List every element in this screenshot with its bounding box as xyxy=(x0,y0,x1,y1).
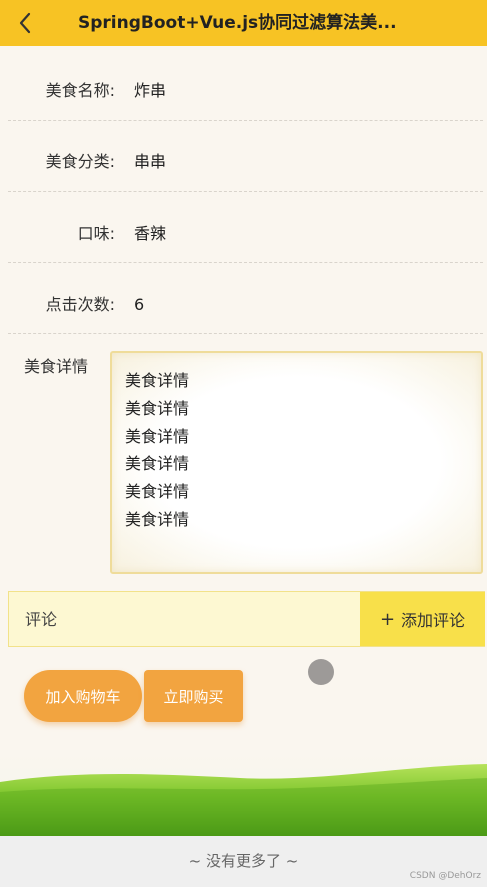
add-comment-button[interactable]: + 添加评论 xyxy=(360,592,485,646)
field-row-clicks: 点击次数: 6 xyxy=(0,270,487,340)
field-label: 口味: xyxy=(77,224,115,243)
field-label: 美食分类: xyxy=(45,152,115,171)
app-header: SpringBoot+Vue.js协同过滤算法美... xyxy=(0,0,487,46)
detail-content: 美食详情 美食详情 美食详情 美食详情 美食详情 美食详情 xyxy=(110,351,483,574)
detail-line: 美食详情 xyxy=(125,482,190,502)
divider xyxy=(8,262,483,263)
divider xyxy=(8,333,483,334)
chevron-left-icon xyxy=(19,12,31,34)
divider xyxy=(8,120,483,121)
buy-now-button[interactable]: 立即购买 xyxy=(144,670,243,722)
field-row-taste: 口味: 香辣 xyxy=(0,199,487,269)
detail-label: 美食详情 xyxy=(24,357,89,376)
page-title: SpringBoot+Vue.js协同过滤算法美... xyxy=(78,13,397,33)
detail-line: 美食详情 xyxy=(125,371,190,390)
detail-line: 美食详情 xyxy=(125,454,190,474)
field-value: 炸串 xyxy=(134,81,167,100)
touch-indicator xyxy=(308,659,334,685)
back-button[interactable] xyxy=(10,8,40,38)
detail-line: 美食详情 xyxy=(125,509,190,529)
watermark: CSDN @DehOrz xyxy=(409,871,481,881)
comment-bar: + 添加评论 xyxy=(8,591,485,647)
footer: ~ 没有更多了 ~ CSDN @DehOrz xyxy=(0,836,487,887)
detail-line: 美食详情 xyxy=(125,426,190,446)
field-label: 美食名称: xyxy=(45,81,115,100)
grass-banner xyxy=(0,752,487,836)
plus-icon: + xyxy=(379,608,396,630)
field-label: 点击次数: xyxy=(45,295,115,314)
field-value: 6 xyxy=(134,295,145,314)
divider xyxy=(8,191,483,192)
comment-input[interactable] xyxy=(9,592,359,646)
add-comment-label: 添加评论 xyxy=(401,611,466,630)
field-value: 串串 xyxy=(134,152,167,171)
detail-line: 美食详情 xyxy=(125,398,190,418)
add-to-cart-button[interactable]: 加入购物车 xyxy=(24,670,142,722)
field-row-category: 美食分类: 串串 xyxy=(0,127,487,197)
field-value: 香辣 xyxy=(134,224,167,243)
field-row-name: 美食名称: 炸串 xyxy=(0,56,487,126)
